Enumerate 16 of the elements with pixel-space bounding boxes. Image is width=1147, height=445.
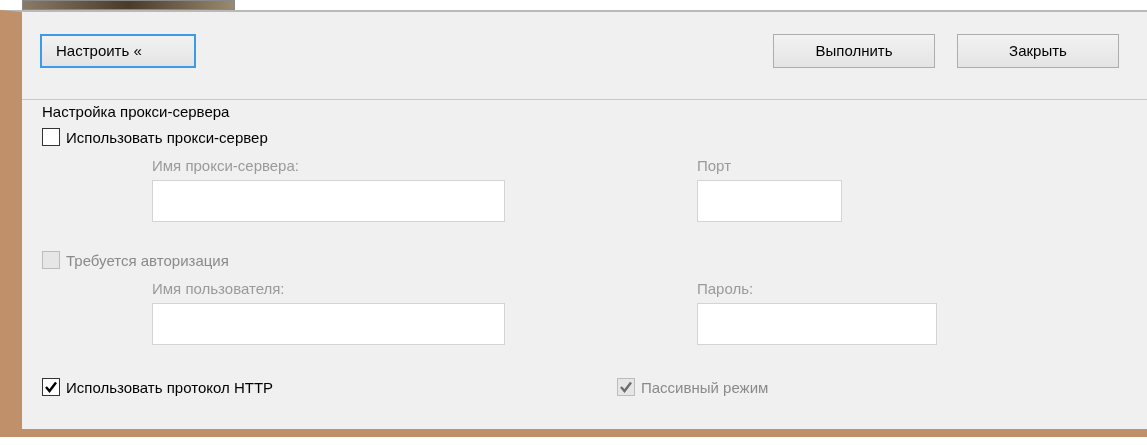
close-button[interactable]: Закрыть bbox=[957, 33, 1119, 68]
checkbox-label: Требуется авторизация bbox=[66, 251, 229, 269]
field-label: Имя прокси-сервера: bbox=[152, 157, 300, 176]
checkmark-icon bbox=[44, 380, 58, 394]
field-label: Пароль: bbox=[697, 280, 755, 299]
configure-button[interactable]: Настроить « bbox=[40, 33, 196, 68]
checkbox[interactable] bbox=[42, 128, 60, 146]
field-label: Имя пользователя: bbox=[152, 280, 286, 299]
field-label: Порт bbox=[697, 157, 732, 176]
checkbox[interactable] bbox=[42, 378, 60, 396]
run-button[interactable]: Выполнить bbox=[773, 33, 935, 68]
checkbox-label: Использовать прокси-сервер bbox=[66, 128, 268, 146]
checkbox-label: Пассивный режим bbox=[641, 378, 769, 396]
checkbox-label: Использовать протокол HTTP bbox=[66, 378, 274, 396]
checkmark-icon bbox=[619, 380, 633, 394]
group-title: Настройка прокси-сервера bbox=[42, 103, 231, 122]
